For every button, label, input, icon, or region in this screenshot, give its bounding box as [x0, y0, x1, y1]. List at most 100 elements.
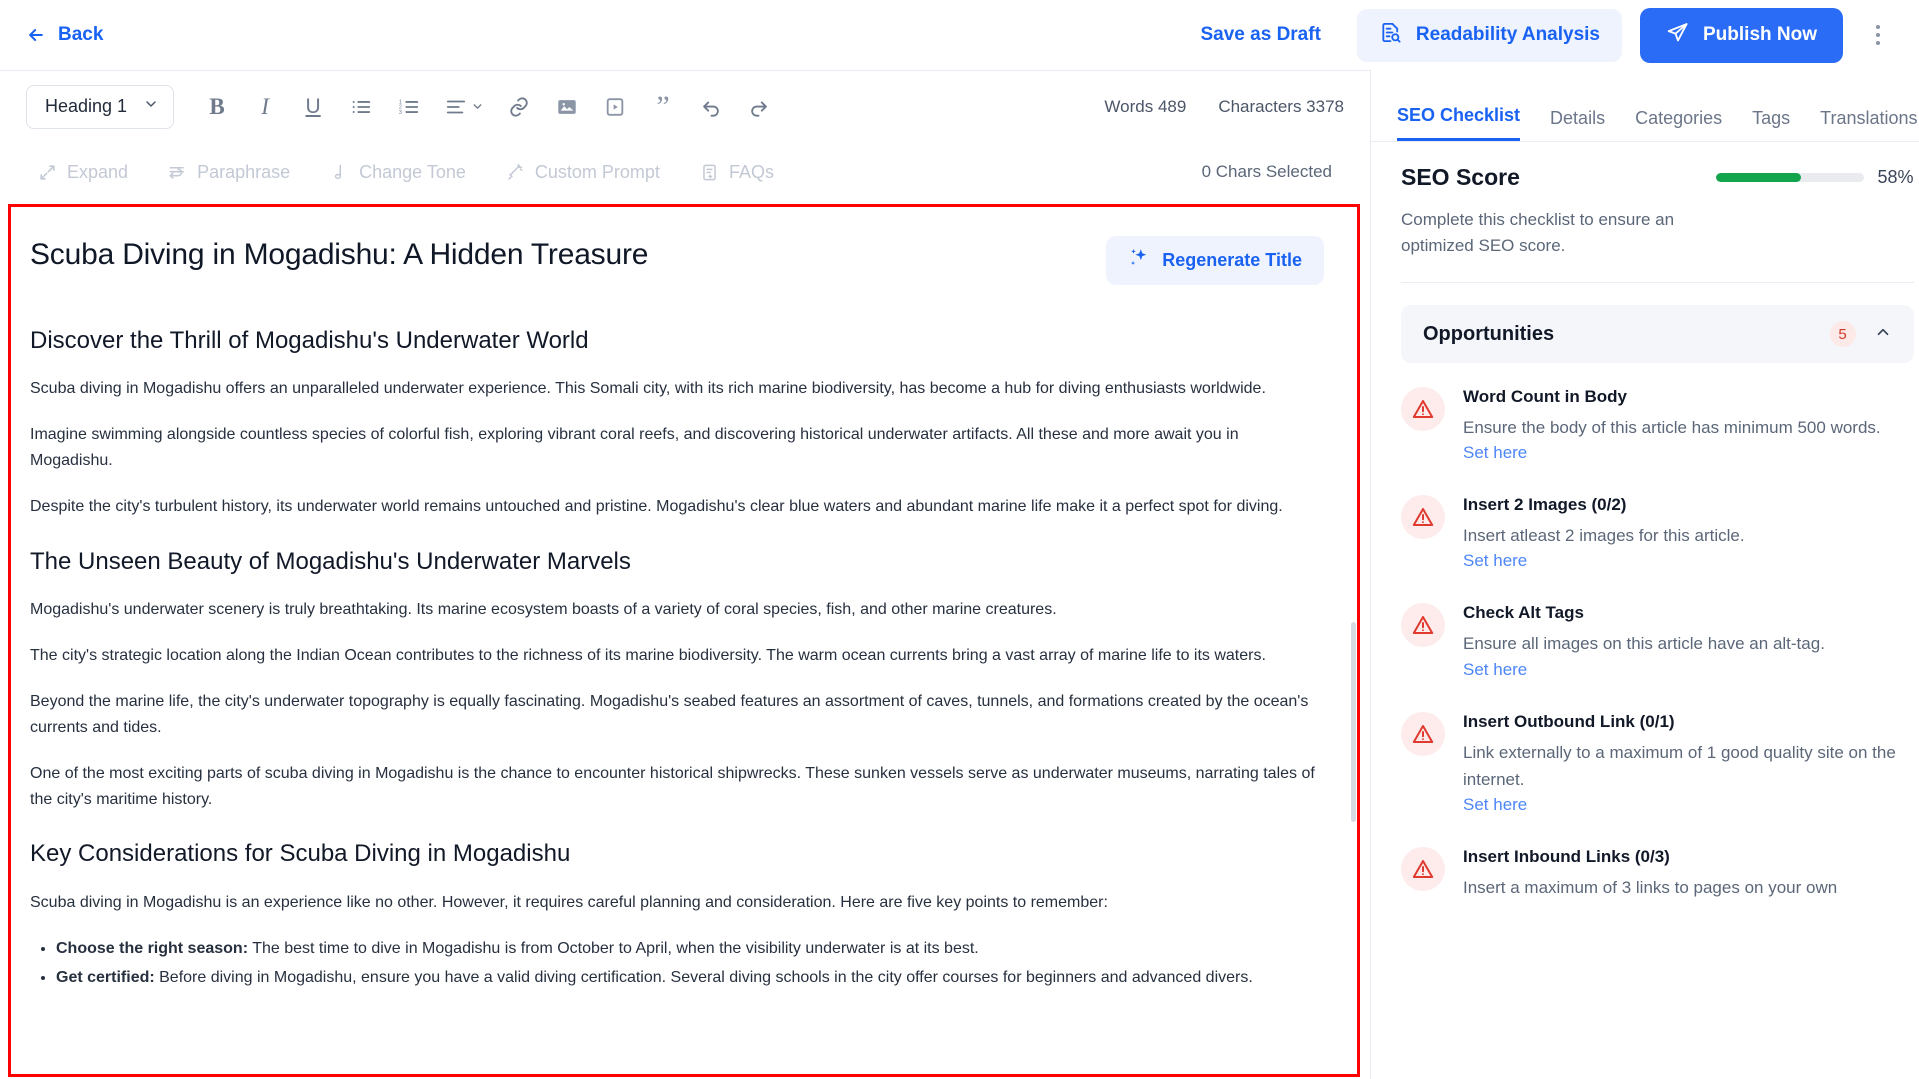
article-paragraph: Scuba diving in Mogadishu offers an unpa… — [30, 380, 1266, 398]
seo-score-row: SEO Score 58% — [1401, 164, 1914, 191]
more-options-button[interactable] — [1861, 14, 1895, 56]
ai-change-tone-label: Change Tone — [359, 161, 466, 182]
save-as-draft-button[interactable]: Save as Draft — [1201, 24, 1321, 46]
sidebar-content: SEO Score 58% Complete this checklist to… — [1371, 142, 1919, 1079]
article-list: Choose the right season: The best time t… — [56, 936, 1324, 992]
expand-icon — [38, 163, 57, 182]
article-heading: The Unseen Beauty of Mogadishu's Underwa… — [30, 547, 631, 575]
article-paragraph: Despite the city's turbulent history, it… — [30, 497, 1283, 515]
opportunity-title: Word Count in Body — [1463, 387, 1627, 406]
italic-button[interactable]: I — [244, 86, 286, 128]
article-paragraph: One of the most exciting parts of scuba … — [30, 764, 1315, 808]
document-counts: Words 489 Characters 3378 — [1104, 97, 1344, 117]
list-item-lead: Choose the right season: — [56, 939, 249, 957]
opportunities-header-right: 5 — [1829, 321, 1892, 347]
ai-faqs-button[interactable]: FAQs — [700, 162, 774, 183]
ai-change-tone-button[interactable]: Change Tone — [330, 162, 466, 183]
opportunity-set-here-link[interactable]: Set here — [1463, 660, 1527, 680]
opportunity-body: Word Count in Body Ensure the body of th… — [1463, 387, 1914, 463]
opportunity-set-here-link[interactable]: Set here — [1463, 551, 1527, 571]
article-title[interactable]: Scuba Diving in Mogadishu: A Hidden Trea… — [30, 236, 648, 274]
ai-custom-prompt-button[interactable]: Custom Prompt — [506, 162, 660, 183]
tab-details[interactable]: Details — [1550, 108, 1605, 141]
chevron-down-icon — [143, 96, 159, 117]
opportunity-item: Check Alt Tags Ensure all images on this… — [1401, 589, 1914, 697]
article-paragraph: Beyond the marine life, the city's under… — [30, 692, 1309, 736]
opportunity-description: Ensure the body of this article has mini… — [1463, 418, 1881, 437]
tab-seo-checklist[interactable]: SEO Checklist — [1397, 105, 1521, 141]
regenerate-title-button[interactable]: Regenerate Title — [1106, 236, 1324, 285]
body-split: Heading 1 B I U 123 ” Words 489 Characte… — [0, 70, 1919, 1079]
heading-level-select[interactable]: Heading 1 — [26, 84, 175, 129]
tab-categories[interactable]: Categories — [1635, 108, 1722, 141]
opportunity-title: Insert Outbound Link (0/1) — [1463, 711, 1675, 731]
ai-expand-button[interactable]: Expand — [38, 162, 128, 183]
opportunity-item: Word Count in Body Ensure the body of th… — [1401, 373, 1914, 481]
blockquote-button[interactable]: ” — [642, 86, 684, 128]
bullet-list-button[interactable] — [340, 86, 382, 128]
readability-analysis-button[interactable]: Readability Analysis — [1356, 8, 1622, 62]
image-button[interactable] — [546, 86, 588, 128]
back-button[interactable]: Back — [26, 24, 103, 46]
faq-icon — [700, 163, 719, 182]
character-count: Characters 3378 — [1218, 96, 1344, 116]
tab-tags[interactable]: Tags — [1752, 108, 1790, 141]
kebab-dot — [1876, 25, 1880, 29]
opportunity-body: Insert Inbound Links (0/3) Insert a maxi… — [1463, 847, 1914, 901]
article-heading: Key Considerations for Scuba Diving in M… — [30, 840, 571, 868]
undo-button[interactable] — [690, 86, 732, 128]
video-button[interactable] — [594, 86, 636, 128]
title-row: Scuba Diving in Mogadishu: A Hidden Trea… — [30, 236, 1324, 285]
opportunity-body: Insert Outbound Link (0/1) Link external… — [1463, 712, 1914, 815]
article-paragraph: The city's strategic location along the … — [30, 646, 1266, 664]
opportunity-set-here-link[interactable]: Set here — [1463, 443, 1527, 463]
ai-paraphrase-button[interactable]: Paraphrase — [168, 162, 290, 183]
editor-scrollbar[interactable] — [1351, 622, 1356, 822]
tone-icon — [330, 163, 349, 182]
tab-translations[interactable]: Translations — [1820, 108, 1917, 141]
article-paragraph: Scuba diving in Mogadishu is an experien… — [30, 893, 1108, 911]
opportunity-item: Insert Outbound Link (0/1) Link external… — [1401, 698, 1914, 833]
regenerate-title-label: Regenerate Title — [1162, 250, 1302, 270]
text-align-button[interactable] — [436, 86, 492, 128]
link-button[interactable] — [498, 86, 540, 128]
seo-score-progress-bar — [1715, 173, 1864, 182]
magic-wand-icon — [506, 163, 525, 182]
seo-score-percent: 58% — [1877, 167, 1914, 187]
article-heading: Discover the Thrill of Mogadishu's Under… — [30, 327, 589, 354]
opportunity-body: Check Alt Tags Ensure all images on this… — [1463, 603, 1914, 679]
seo-score-meter-wrap: 58% — [1715, 167, 1914, 188]
warning-icon — [1401, 846, 1445, 891]
seo-score-section: SEO Score 58% Complete this checklist to… — [1371, 142, 1919, 258]
list-item: Get certified: Before diving in Mogadish… — [56, 965, 1324, 991]
article-body[interactable]: Discover the Thrill of Mogadishu's Under… — [30, 325, 1324, 991]
back-label: Back — [58, 24, 104, 45]
warning-icon — [1401, 495, 1445, 540]
opportunity-set-here-link[interactable]: Set here — [1463, 795, 1527, 815]
chevron-up-icon[interactable] — [1874, 323, 1892, 346]
format-toolbar: Heading 1 B I U 123 ” Words 489 Characte… — [0, 70, 1370, 142]
publish-now-button[interactable]: Publish Now — [1640, 7, 1843, 63]
sidebar-divider — [1401, 282, 1914, 283]
warning-icon — [1401, 711, 1445, 756]
list-item: Choose the right season: The best time t… — [56, 936, 1324, 962]
bold-button[interactable]: B — [196, 86, 238, 128]
numbered-list-button[interactable]: 123 — [388, 86, 430, 128]
redo-button[interactable] — [738, 86, 780, 128]
list-item-lead: Get certified: — [56, 969, 155, 987]
ai-expand-label: Expand — [67, 161, 129, 182]
sidebar-tabs: SEO Checklist Details Categories Tags Tr… — [1371, 70, 1919, 142]
underline-button[interactable]: U — [292, 86, 334, 128]
warning-icon — [1401, 603, 1445, 648]
article-editor[interactable]: Scuba Diving in Mogadishu: A Hidden Trea… — [0, 202, 1370, 1079]
seo-score-description: Complete this checklist to ensure an opt… — [1401, 210, 1675, 255]
opportunity-description: Insert a maximum of 3 links to pages on … — [1463, 877, 1838, 897]
heading-level-value: Heading 1 — [45, 96, 128, 116]
opportunities-count-badge: 5 — [1829, 321, 1856, 347]
kebab-dot — [1876, 41, 1880, 45]
back-arrow-icon — [26, 25, 46, 45]
ai-paraphrase-label: Paraphrase — [197, 161, 291, 182]
opportunities-header[interactable]: Opportunities 5 — [1401, 305, 1914, 363]
format-icon-group: B I U 123 ” — [196, 86, 780, 128]
opportunities-title: Opportunities — [1423, 322, 1555, 345]
